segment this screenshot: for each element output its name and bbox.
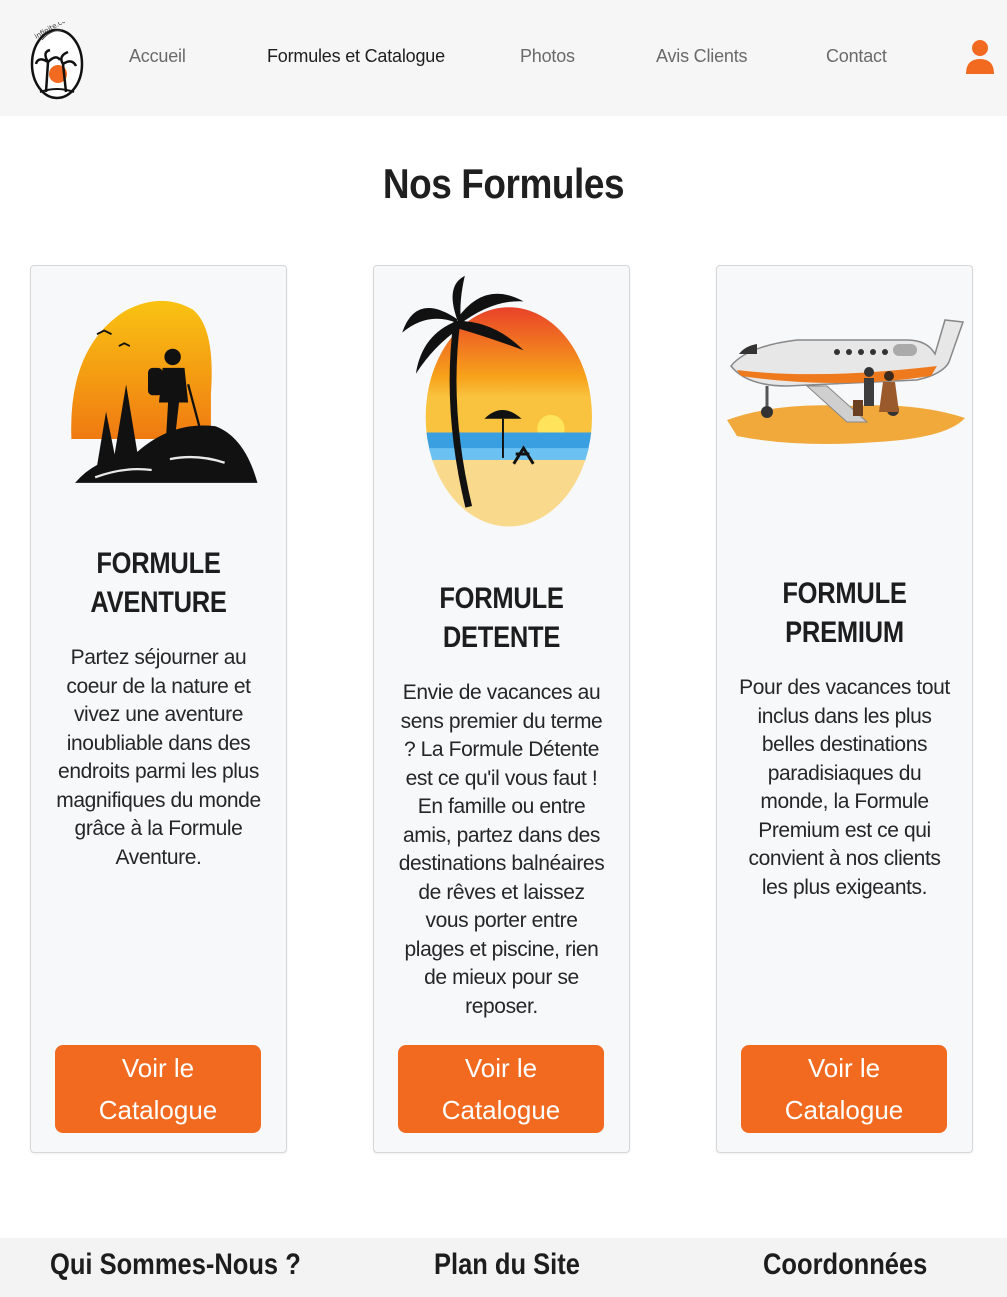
user-account-icon[interactable] <box>964 38 996 76</box>
voir-catalogue-button-premium[interactable]: Voir le Catalogue <box>741 1045 947 1133</box>
nav-photos[interactable]: Photos <box>520 46 575 67</box>
footer: Qui Sommes-Nous ? Plan du Site Coordonné… <box>0 1238 1007 1297</box>
card-title-line1: FORMULE <box>96 547 221 580</box>
card-title-line2: PREMIUM <box>785 616 904 649</box>
nav-avis-clients[interactable]: Avis Clients <box>656 46 748 67</box>
voir-catalogue-button-detente[interactable]: Voir le Catalogue <box>398 1045 604 1133</box>
card-title-line2: DETENTE <box>442 621 561 654</box>
card-title-line1: FORMULE <box>782 577 907 610</box>
card-description: Envie de vacances au sens premier du ter… <box>398 681 605 1018</box>
voir-catalogue-button-aventure[interactable]: Voir le Catalogue <box>55 1045 261 1133</box>
nav-formules-catalogue[interactable]: Formules et Catalogue <box>267 46 445 67</box>
logo-icon[interactable]: infinite.corp <box>28 22 86 100</box>
nav-contact[interactable]: Contact <box>826 46 887 67</box>
card-description: Partez séjourner au coeur de la nature e… <box>56 646 261 869</box>
footer-heading-plan-du-site: Plan du Site <box>434 1248 580 1281</box>
palm-beach-sunset-illustration <box>402 275 593 527</box>
card-title: FORMULE DETENTE <box>393 579 610 657</box>
card-title-line1: FORMULE <box>439 582 564 615</box>
footer-heading-qui-sommes-nous: Qui Sommes-Nous ? <box>50 1248 301 1281</box>
card-title-line2: AVENTURE <box>90 586 227 619</box>
top-navbar: infinite.corp Accueil Formules et Catalo… <box>0 0 1007 116</box>
formule-card-premium: FORMULE PREMIUM Pour des vacances tout i… <box>716 265 973 1153</box>
hiker-sunset-illustration <box>71 300 258 483</box>
formule-card-detente: FORMULE DETENTE Envie de vacances au sen… <box>373 265 630 1153</box>
formule-card-aventure: FORMULE AVENTURE Partez séjourner au coe… <box>30 265 287 1153</box>
card-title: FORMULE PREMIUM <box>736 574 953 652</box>
private-jet-illustration <box>727 319 965 444</box>
card-description: Pour des vacances tout inclus dans les p… <box>739 676 950 899</box>
card-title: FORMULE AVENTURE <box>50 544 267 622</box>
nav-accueil[interactable]: Accueil <box>129 46 186 67</box>
page-title: Nos Formules <box>382 160 625 207</box>
footer-heading-coordonnees: Coordonnées <box>763 1248 928 1281</box>
